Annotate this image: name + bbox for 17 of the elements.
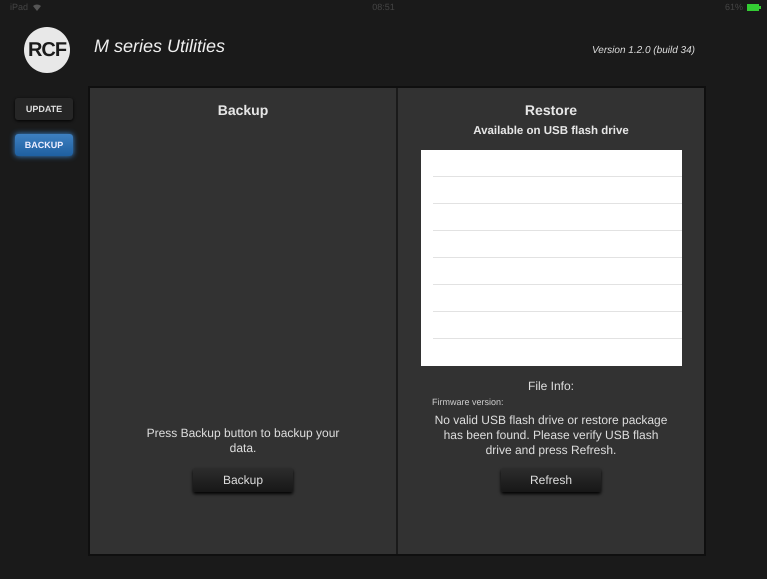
file-list[interactable]: [420, 150, 682, 366]
nav-tab[interactable]: BACKUP: [15, 134, 73, 156]
refresh-button[interactable]: Refresh: [501, 468, 601, 492]
backup-button[interactable]: Backup: [193, 468, 293, 492]
firmware-label: Firmware version:: [432, 397, 504, 408]
app-title: M series Utilities: [94, 36, 226, 56]
battery-icon: [747, 4, 761, 10]
status-message: No valid USB flash drive or restore package has been found. Please verify USB flash drive and press Refresh.: [434, 413, 668, 458]
section-title: Restore: [524, 102, 578, 118]
nav-tab[interactable]: UPDATE: [15, 98, 73, 120]
wifi-icon: [32, 3, 42, 11]
file-info-label: File Info:: [528, 379, 574, 394]
instruction-text: Press Backup button to backup your data.: [146, 426, 340, 456]
logo: RCF: [24, 27, 70, 73]
section-subtitle: Available on USB flash drive: [473, 125, 629, 137]
section-title: Backup: [218, 102, 268, 118]
version-label: Version 1.2.0 (build 34): [592, 44, 695, 56]
